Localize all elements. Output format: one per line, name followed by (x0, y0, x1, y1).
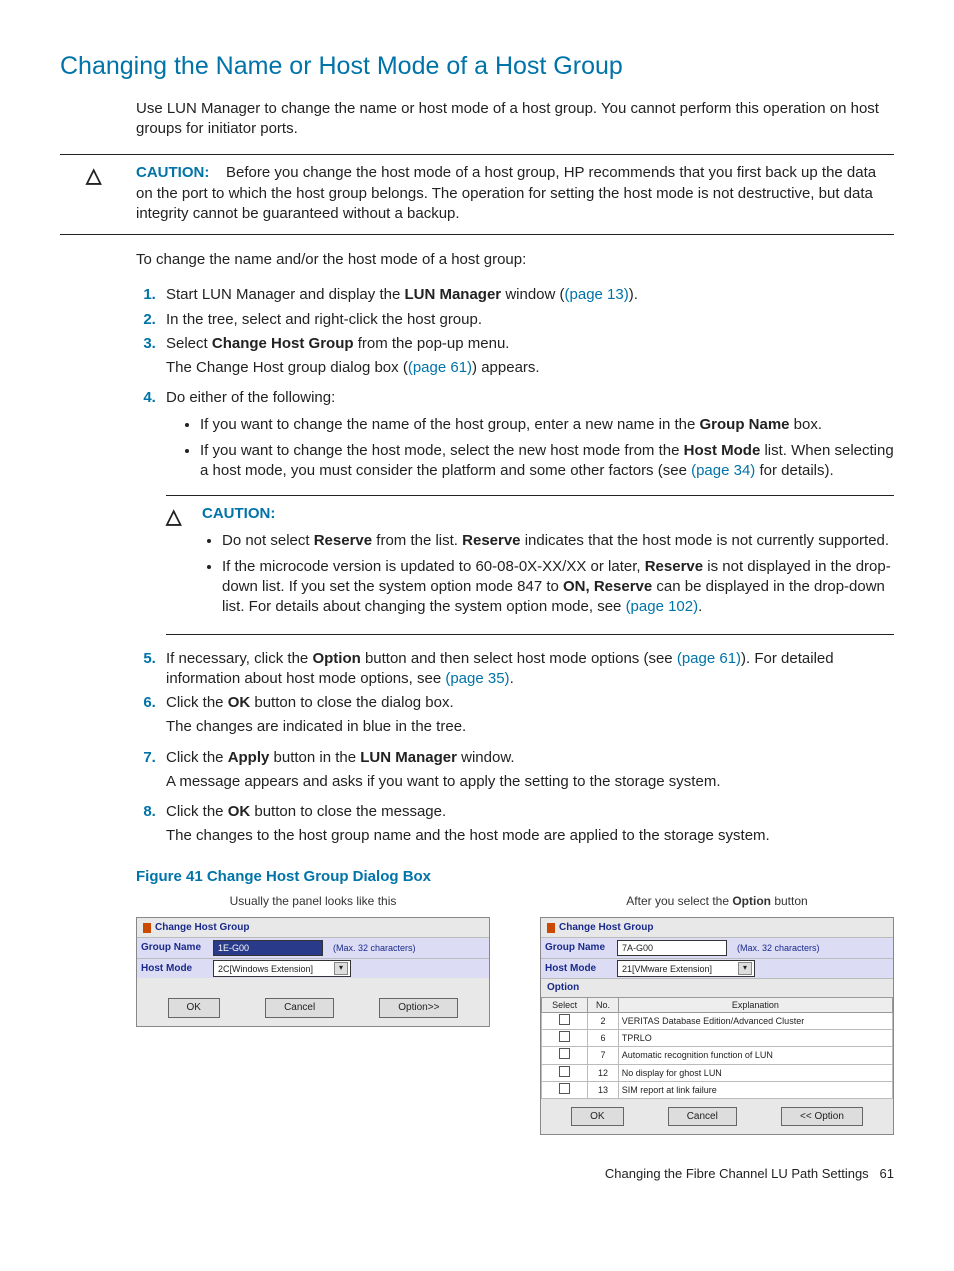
checkbox[interactable] (559, 1014, 570, 1025)
checkbox[interactable] (559, 1083, 570, 1094)
host-mode-label: Host Mode (541, 959, 617, 979)
group-name-field[interactable]: 1E-G00 (213, 940, 323, 956)
ok-button[interactable]: OK (168, 998, 220, 1018)
option-section-label: Option (541, 978, 893, 997)
th-select: Select (542, 997, 588, 1012)
ok-button[interactable]: OK (571, 1107, 623, 1127)
link-page-61a[interactable]: (page 61) (408, 359, 472, 376)
intro-paragraph: Use LUN Manager to change the name or ho… (136, 99, 894, 140)
table-row: 6TPRLO (542, 1030, 893, 1047)
dialog-title: Change Host Group (541, 918, 893, 938)
checkbox[interactable] (559, 1048, 570, 1059)
caution-label: CAUTION: (136, 164, 209, 181)
checkbox[interactable] (559, 1031, 570, 1042)
host-mode-select[interactable]: 21[VMware Extension] ▾ (617, 960, 755, 977)
step-7: Click the Apply button in the LUN Manage… (160, 748, 894, 793)
caution-block-1: △ CAUTION: Before you change the host mo… (60, 154, 894, 235)
host-mode-select[interactable]: 2C[Windows Extension] ▾ (213, 960, 351, 977)
dialog-title: Change Host Group (137, 918, 489, 938)
figure-title: Figure 41 Change Host Group Dialog Box (136, 867, 894, 887)
procedure-steps: Start LUN Manager and display the LUN Ma… (136, 285, 894, 846)
caution-icon: △ (60, 163, 136, 224)
caution-body: CAUTION: Before you change the host mode… (136, 163, 894, 224)
link-page-102[interactable]: (page 102) (626, 598, 699, 615)
cancel-button[interactable]: Cancel (265, 998, 334, 1018)
char-hint: (Max. 32 characters) (333, 942, 416, 954)
caution-icon: △ (166, 504, 202, 623)
option-collapse-button[interactable]: << Option (781, 1107, 863, 1127)
figure-left: Usually the panel looks like this Change… (136, 893, 490, 1136)
link-page-34[interactable]: (page 34) (691, 462, 755, 479)
figure-right: After you select the Option button Chang… (540, 893, 894, 1136)
figures-row: Usually the panel looks like this Change… (136, 893, 894, 1136)
dialog-right: Change Host Group Group Name 7A-G00 (Max… (540, 917, 894, 1135)
page-footer: Changing the Fibre Channel LU Path Setti… (60, 1165, 894, 1183)
caution2-bullet-1: Do not select Reserve from the list. Res… (222, 531, 894, 551)
lead-sentence: To change the name and/or the host mode … (136, 250, 894, 270)
step-1: Start LUN Manager and display the LUN Ma… (160, 285, 894, 305)
host-mode-label: Host Mode (137, 959, 213, 979)
link-page-13[interactable]: (page 13) (565, 286, 629, 303)
table-row: 2VERITAS Database Edition/Advanced Clust… (542, 1013, 893, 1030)
step-6: Click the OK button to close the dialog … (160, 693, 894, 738)
group-name-field[interactable]: 7A-G00 (617, 940, 727, 956)
caution2-bullet-2: If the microcode version is updated to 6… (222, 557, 894, 618)
table-row: 7Automatic recognition function of LUN (542, 1047, 893, 1064)
link-page-35[interactable]: (page 35) (445, 670, 509, 687)
figure-right-caption: After you select the Option button (540, 893, 894, 909)
char-hint: (Max. 32 characters) (737, 942, 820, 954)
dialog-left: Change Host Group Group Name 1E-G00 (Max… (136, 917, 490, 1027)
chevron-down-icon[interactable]: ▾ (738, 962, 752, 975)
step-5: If necessary, click the Option button an… (160, 649, 894, 690)
chevron-down-icon[interactable]: ▾ (334, 962, 348, 975)
table-row: 12No display for ghost LUN (542, 1064, 893, 1081)
caution-block-2: △ CAUTION: Do not select Reserve from th… (166, 495, 894, 634)
option-table: Select No. Explanation 2VERITAS Database… (541, 997, 893, 1099)
group-name-label: Group Name (541, 938, 617, 958)
group-name-label: Group Name (137, 938, 213, 958)
checkbox[interactable] (559, 1066, 570, 1077)
step-4: Do either of the following: If you want … (160, 388, 894, 634)
step-4-bullet-2: If you want to change the host mode, sel… (200, 441, 894, 482)
table-row: 13SIM report at link failure (542, 1081, 893, 1098)
step-2: In the tree, select and right-click the … (160, 310, 894, 330)
step-8: Click the OK button to close the message… (160, 802, 894, 847)
option-expand-button[interactable]: Option>> (379, 998, 458, 1018)
step-3: Select Change Host Group from the pop-up… (160, 334, 894, 379)
cancel-button[interactable]: Cancel (668, 1107, 737, 1127)
caution-label: CAUTION: (202, 504, 894, 524)
th-no: No. (588, 997, 618, 1012)
step-4-bullet-1: If you want to change the name of the ho… (200, 415, 894, 435)
th-explanation: Explanation (618, 997, 892, 1012)
figure-left-caption: Usually the panel looks like this (136, 893, 490, 909)
caution-text: Before you change the host mode of a hos… (136, 164, 876, 222)
link-page-61b[interactable]: (page 61) (677, 650, 741, 667)
page-title: Changing the Name or Host Mode of a Host… (60, 50, 894, 84)
